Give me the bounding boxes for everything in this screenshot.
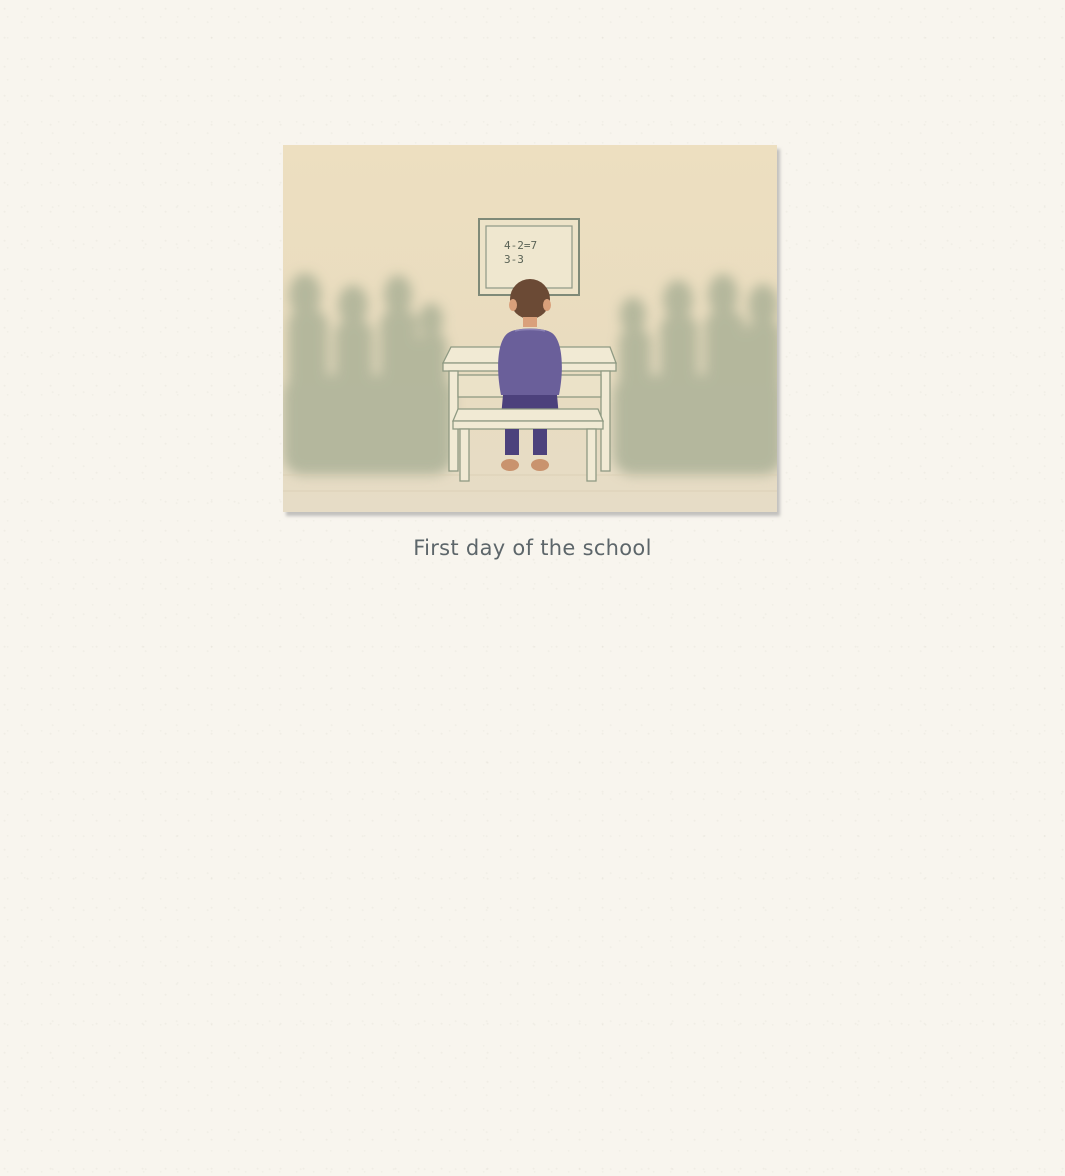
page: 4-2=7 3-3 First day of the school [0, 0, 1065, 1176]
illustration-caption: First day of the school [413, 536, 652, 560]
blackboard-line-2: 3-3 [504, 253, 524, 266]
blackboard-line-1: 4-2=7 [504, 239, 537, 252]
child-sweater [498, 328, 562, 395]
child-head [510, 279, 550, 319]
classroom-illustration: 4-2=7 3-3 [283, 145, 777, 512]
